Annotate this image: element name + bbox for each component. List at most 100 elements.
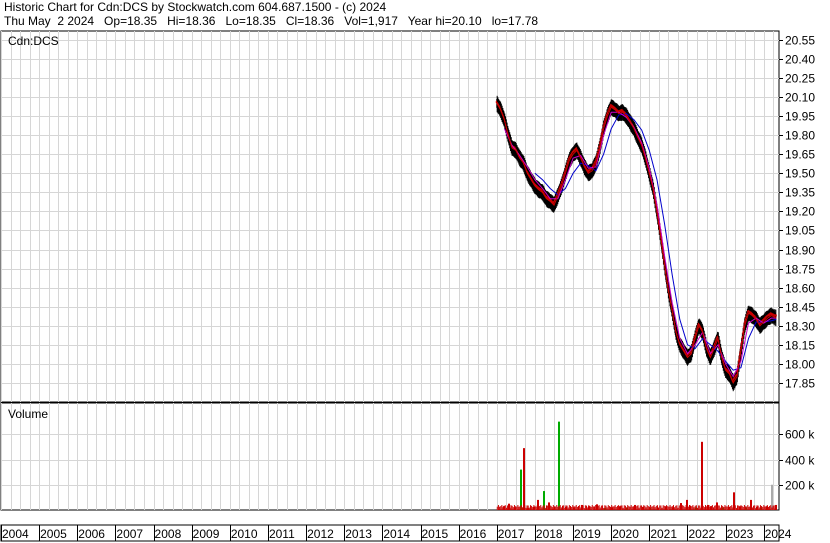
volume-bar-small bbox=[711, 505, 713, 510]
volume-bar-small bbox=[651, 506, 653, 510]
volume-bar-small bbox=[677, 507, 679, 510]
volume-bar-small bbox=[753, 505, 755, 510]
volume-bar-small bbox=[701, 505, 703, 510]
volume-bar-small bbox=[631, 506, 633, 510]
volume-bar-small bbox=[687, 506, 689, 510]
volume-bar-small bbox=[714, 505, 716, 510]
volume-bar-small bbox=[732, 507, 734, 510]
volume-bar-small bbox=[519, 506, 521, 510]
volume-bar-small bbox=[747, 505, 749, 510]
year-tick-label: 2021 bbox=[650, 527, 677, 541]
volume-bar-small bbox=[623, 505, 625, 510]
volume-bar-small bbox=[504, 505, 506, 510]
volume-bar-small bbox=[548, 507, 550, 510]
volume-bar-small bbox=[551, 507, 553, 510]
volume-bar-small bbox=[722, 505, 724, 510]
volume-bar-small bbox=[502, 507, 504, 510]
volume-bar-small bbox=[676, 505, 678, 510]
volume-bar-small bbox=[756, 505, 758, 510]
volume-bar-small bbox=[775, 505, 777, 510]
volume-bar-small bbox=[698, 505, 700, 510]
volume-bar-small bbox=[634, 505, 636, 510]
volume-bar-small bbox=[516, 506, 518, 510]
year-tick-label: 2016 bbox=[460, 527, 487, 541]
price-tick-label: 20.10 bbox=[785, 91, 815, 105]
volume-bar-small bbox=[650, 505, 652, 510]
volume-bar-small bbox=[518, 506, 520, 510]
volume-bar-small bbox=[550, 505, 552, 510]
volume-bar-small bbox=[512, 507, 514, 510]
volume-bar-small bbox=[647, 506, 649, 510]
volume-bar-small bbox=[706, 506, 708, 510]
price-panel-title: Cdn:DCS bbox=[8, 34, 59, 48]
volume-bar-small bbox=[608, 506, 610, 510]
volume-bar-small bbox=[658, 507, 660, 510]
volume-bar-small bbox=[603, 507, 605, 510]
volume-bar-small bbox=[773, 505, 775, 510]
volume-bar-small bbox=[526, 505, 528, 510]
volume-bar-small bbox=[697, 507, 699, 510]
volume-bar-small bbox=[509, 507, 511, 510]
volume-bar-small bbox=[702, 505, 704, 510]
volume-bar-small bbox=[637, 505, 639, 510]
volume-bar-small bbox=[771, 507, 773, 510]
volume-bar-small bbox=[703, 507, 705, 510]
volume-bar-small bbox=[674, 507, 676, 510]
volume-bar-small bbox=[664, 507, 666, 510]
volume-bar-small bbox=[632, 506, 634, 510]
volume-bar-small bbox=[559, 505, 561, 510]
price-tick-label: 19.95 bbox=[785, 110, 815, 124]
year-tick-label: 2019 bbox=[574, 527, 601, 541]
volume-bar-small bbox=[558, 506, 560, 510]
volume-bar-small bbox=[537, 506, 539, 510]
volume-bar-small bbox=[612, 506, 614, 510]
volume-bar-small bbox=[616, 505, 618, 510]
volume-bar-small bbox=[531, 505, 533, 510]
volume-bar-small bbox=[529, 505, 531, 510]
volume-bar-small bbox=[668, 506, 670, 510]
volume-bar-small bbox=[639, 505, 641, 510]
volume-bar-small bbox=[587, 507, 589, 510]
volume-bar-small bbox=[542, 505, 544, 510]
volume-bar-small bbox=[660, 505, 662, 510]
volume-bar-small bbox=[635, 507, 637, 510]
volume-bar-small bbox=[652, 506, 654, 510]
volume-bar-small bbox=[719, 507, 721, 510]
volume-bar-small bbox=[683, 505, 685, 510]
year-tick-label: 2013 bbox=[345, 527, 372, 541]
price-tick-label: 17.85 bbox=[785, 377, 815, 391]
price-tick-label: 18.45 bbox=[785, 301, 815, 315]
year-tick-label: 2017 bbox=[498, 527, 525, 541]
volume-bar-small bbox=[553, 506, 555, 510]
volume-bar-small bbox=[718, 505, 720, 510]
volume-bar-small bbox=[513, 505, 515, 510]
volume-bar-small bbox=[605, 505, 607, 510]
volume-bar-small bbox=[628, 506, 630, 510]
volume-bar-small bbox=[567, 507, 569, 510]
volume-bar-small bbox=[614, 505, 616, 510]
volume-bar-small bbox=[555, 506, 557, 510]
volume-bar-small bbox=[619, 507, 621, 510]
volume-bar-small bbox=[730, 506, 732, 510]
year-tick-label: 2007 bbox=[116, 527, 143, 541]
volume-bar bbox=[523, 448, 525, 510]
volume-bar-small bbox=[539, 506, 541, 510]
price-tick-label: 20.40 bbox=[785, 53, 815, 67]
volume-bar-small bbox=[690, 506, 692, 510]
volume-bar-small bbox=[685, 505, 687, 510]
volume-bar-small bbox=[724, 505, 726, 510]
volume-bar-small bbox=[735, 507, 737, 510]
volume-bar-small bbox=[566, 505, 568, 510]
volume-bar-small bbox=[740, 505, 742, 510]
volume-bar-small bbox=[524, 505, 526, 510]
volume-bar-small bbox=[675, 505, 677, 510]
volume-bar-small bbox=[604, 505, 606, 510]
volume-bar-small bbox=[594, 506, 596, 510]
volume-bar-small bbox=[758, 507, 760, 510]
volume-bar-small bbox=[725, 506, 727, 510]
volume-bar-small bbox=[584, 505, 586, 510]
volume-bar-small bbox=[636, 505, 638, 510]
volume-bar-small bbox=[750, 505, 752, 510]
volume-bar-small bbox=[563, 505, 565, 510]
volume-bar-small bbox=[648, 506, 650, 510]
